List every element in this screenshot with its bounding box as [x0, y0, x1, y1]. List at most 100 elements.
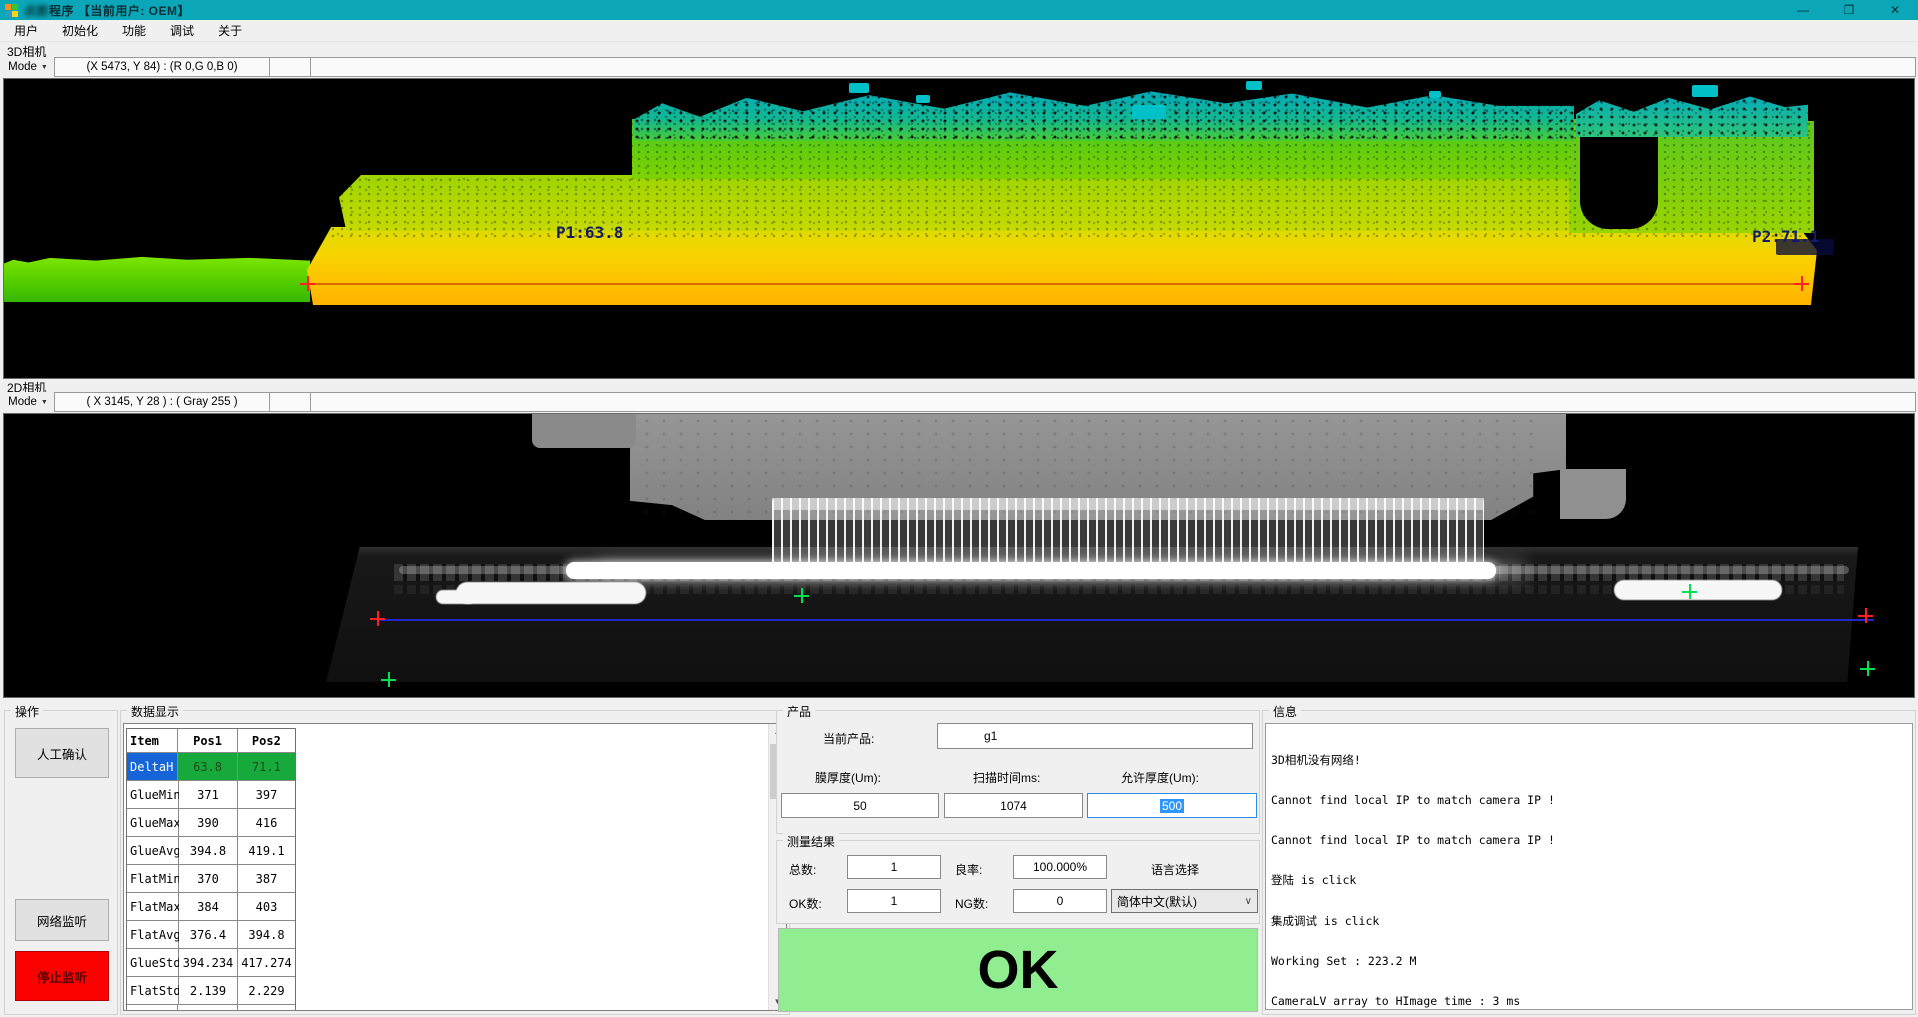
maximize-button[interactable]: ❐ [1826, 0, 1872, 20]
yield-label: 良率: [955, 861, 982, 878]
log-line: 登陆 is click [1271, 874, 1907, 887]
window-title-redacted: 点胶 [24, 2, 49, 19]
crosshair-marker-red-left [370, 611, 385, 626]
operation-panel-label: 操作 [11, 703, 43, 720]
menu-item-debug[interactable]: 调试 [158, 19, 206, 42]
2d-glue-blob-left [456, 582, 646, 604]
3d-cursor-status: (X 5473, Y 84) : (R 0,G 0,B 0) [54, 57, 270, 77]
yield-value-field[interactable]: 100.000% [1013, 855, 1107, 879]
3d-debris [916, 95, 930, 103]
crosshair-marker-green [1682, 584, 1697, 599]
data-grid-area: Item Pos1 Pos2 DeltaH 63.8 71.1 GlueMin … [123, 723, 787, 1011]
language-combobox[interactable]: 简体中文(默认) ∨ [1111, 889, 1258, 913]
2d-camera-toolbar: Mode ▼ ( X 3145, Y 28 ) : ( Gray 255 ) [2, 392, 1916, 412]
table-row[interactable]: GlueMin 371 397 [127, 781, 295, 809]
stop-listen-button[interactable]: 停止监听 [15, 951, 109, 1001]
menu-item-about[interactable]: 关于 [206, 19, 254, 42]
table-row[interactable]: FlatStd 2.139 2.229 [127, 977, 295, 1005]
crosshair-marker-red-left [300, 276, 315, 291]
table-row[interactable]: DeltaH 63.8 71.1 [127, 753, 295, 781]
table-row[interactable]: GlueAvg 394.8 419.1 [127, 837, 295, 865]
table-row[interactable]: GlueMax 390 416 [127, 809, 295, 837]
minimize-button[interactable]: — [1780, 0, 1826, 20]
measurement-table: Item Pos1 Pos2 DeltaH 63.8 71.1 GlueMin … [126, 728, 296, 1011]
film-thickness-label: 膜厚度(Um): [815, 769, 881, 786]
3d-camera-toolbar: Mode ▼ (X 5473, Y 84) : (R 0,G 0,B 0) [2, 57, 1916, 77]
scan-time-input[interactable]: 1074 [944, 793, 1083, 818]
2d-mode-dropdown[interactable]: Mode ▼ [2, 392, 54, 412]
log-line: 3D相机没有网络! [1271, 754, 1907, 767]
p2-measure-label: P2:71.1 [1752, 227, 1819, 246]
2d-camera-view[interactable] [3, 413, 1915, 698]
log-area[interactable]: 3D相机没有网络! Cannot find local IP to match … [1265, 723, 1913, 1010]
log-line: Cannot find local IP to match camera IP … [1271, 834, 1907, 847]
total-value-field[interactable]: 1 [847, 855, 941, 879]
table-row[interactable]: GlueStd 394.234 417.274 [127, 949, 295, 977]
table-header: Item Pos1 Pos2 [127, 729, 295, 753]
2d-glue-blob-left2 [436, 590, 476, 604]
network-listen-button[interactable]: 网络监听 [15, 899, 109, 941]
3d-base-slab [307, 227, 1817, 305]
title-bar[interactable]: 点胶 程序 【当前用户: OEM】 — ❐ ✕ [0, 0, 1918, 20]
table-row[interactable]: X 2503.5 7966.7 [127, 1005, 295, 1011]
2d-glue-blob-right [1614, 580, 1782, 600]
3d-left-strip [4, 255, 310, 302]
3d-camera-view[interactable]: P1:63.8 P2:71.1 [3, 78, 1915, 379]
table-row[interactable]: FlatMax 384 403 [127, 893, 295, 921]
language-select-label: 语言选择 [1151, 861, 1199, 878]
product-panel-label: 产品 [783, 703, 815, 720]
log-line: 集成调试 is click [1271, 915, 1907, 928]
crosshair-marker-green [794, 588, 809, 603]
info-panel: 信息 3D相机没有网络! Cannot find local IP to mat… [1262, 710, 1916, 1015]
allow-thickness-label: 允许厚度(Um): [1121, 769, 1199, 786]
3d-mode-dropdown[interactable]: Mode ▼ [2, 57, 54, 77]
ok-count-label: OK数: [789, 895, 822, 912]
crosshair-marker-green [381, 672, 396, 687]
allow-thickness-input[interactable]: 500 [1087, 793, 1257, 818]
table-row[interactable]: FlatMin 370 387 [127, 865, 295, 893]
log-line: CameraLV array to HImage time : 3 ms [1271, 995, 1907, 1008]
current-product-label: 当前产品: [823, 730, 874, 747]
2d-status-fill [311, 392, 1916, 412]
data-display-panel: 数据显示 Item Pos1 Pos2 DeltaH 63.8 71.1 Glu… [120, 710, 790, 1015]
ng-count-label: NG数: [955, 895, 988, 912]
3d-debris [849, 83, 869, 93]
2d-pcb-tab [532, 414, 636, 448]
results-panel: 测量结果 总数: 1 良率: 100.000% 语言选择 OK数: 1 NG数:… [776, 840, 1260, 924]
2d-pcb-hook [1560, 469, 1626, 519]
3d-status-fill [311, 57, 1916, 77]
manual-confirm-button[interactable]: 人工确认 [15, 728, 109, 778]
p1-measure-label: P1:63.8 [556, 223, 623, 242]
2d-status-cell [270, 392, 311, 412]
app-window: 点胶 程序 【当前用户: OEM】 — ❐ ✕ 用户 初始化 功能 调试 关于 … [0, 0, 1918, 1017]
crosshair-marker-red-right [1794, 276, 1809, 291]
2d-connector-top [772, 498, 1484, 510]
2d-glow-strip [566, 562, 1496, 579]
ok-count-field[interactable]: 1 [847, 889, 941, 913]
2d-cursor-status: ( X 3145, Y 28 ) : ( Gray 255 ) [54, 392, 270, 412]
dropdown-arrow-icon: ▼ [41, 64, 48, 71]
3d-debris [1429, 91, 1441, 98]
film-thickness-input[interactable]: 50 [781, 793, 939, 818]
ng-count-field[interactable]: 0 [1013, 889, 1107, 913]
table-row[interactable]: FlatAvg 376.4 394.8 [127, 921, 295, 949]
menu-item-init[interactable]: 初始化 [50, 19, 110, 42]
log-line: Cannot find local IP to match camera IP … [1271, 794, 1907, 807]
scan-time-label: 扫描时间ms: [973, 769, 1040, 786]
combobox-chevron-icon: ∨ [1245, 896, 1252, 907]
2d-laser-line [379, 619, 1874, 621]
dropdown-arrow-icon: ▼ [41, 399, 48, 406]
operation-panel: 操作 人工确认 网络监听 停止监听 [4, 710, 118, 1015]
selected-text: 500 [1160, 799, 1184, 813]
app-icon [4, 3, 19, 18]
current-product-input[interactable]: g1 [937, 723, 1253, 749]
3d-debris [1692, 85, 1718, 97]
close-button[interactable]: ✕ [1872, 0, 1918, 20]
menu-item-user[interactable]: 用户 [2, 19, 50, 42]
log-line: Working Set : 223.2 M [1271, 955, 1907, 968]
total-label: 总数: [789, 861, 816, 878]
3d-debris [1132, 105, 1166, 119]
window-title: 点胶 程序 【当前用户: OEM】 [24, 2, 190, 19]
menu-item-function[interactable]: 功能 [110, 19, 158, 42]
3d-noise-overlay [304, 87, 1814, 237]
